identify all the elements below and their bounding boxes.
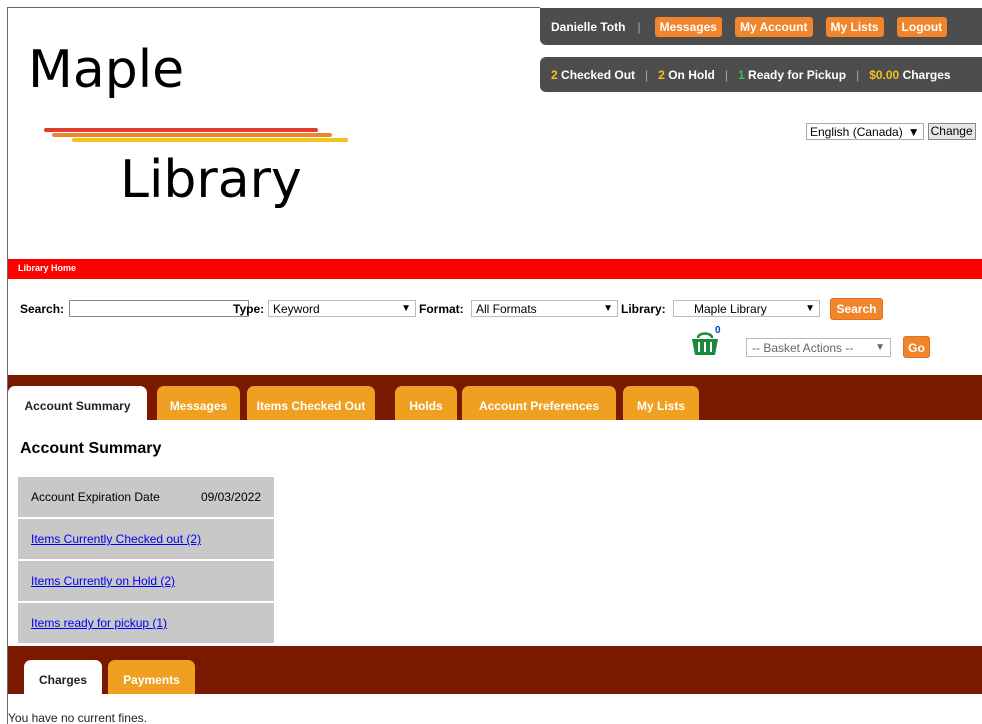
tab-payments[interactable]: Payments: [108, 660, 195, 694]
type-select[interactable]: Keyword ▼: [268, 300, 416, 317]
tab-messages[interactable]: Messages: [157, 386, 240, 420]
on-hold-row: Items Currently on Hold (2): [18, 561, 274, 601]
library-value: Maple Library: [694, 301, 767, 316]
page-frame-left: [7, 7, 8, 724]
format-value: All Formats: [476, 301, 537, 316]
dropdown-arrow-icon: ▼: [805, 303, 815, 314]
dropdown-arrow-icon: ▼: [603, 303, 613, 314]
logo-stripe-orange: [52, 133, 332, 137]
logo-stripe-yellow: [72, 138, 348, 142]
separator: |: [856, 67, 860, 82]
charges-tab-bar: Charges Payments: [8, 646, 982, 694]
page-title: Account Summary: [20, 440, 162, 457]
expiration-label: Account Expiration Date: [31, 490, 160, 504]
separator: |: [724, 67, 728, 82]
library-select[interactable]: Maple Library ▼: [673, 300, 820, 317]
checked-out-status[interactable]: 2 Checked Out: [551, 68, 635, 82]
library-home-link[interactable]: Library Home: [18, 263, 76, 273]
user-bar: Danielle Toth | Messages My Account My L…: [540, 8, 982, 45]
logo-word-library: Library: [120, 150, 302, 210]
library-logo[interactable]: Maple Library: [28, 40, 358, 230]
checked-out-row: Items Currently Checked out (2): [18, 519, 274, 559]
language-value: English (Canada): [810, 124, 903, 139]
ready-status[interactable]: 1 Ready for Pickup: [738, 68, 846, 82]
search-button[interactable]: Search: [830, 298, 883, 320]
type-label: Type:: [233, 302, 265, 316]
account-summary-table: Account Expiration Date 09/03/2022 Items…: [18, 477, 274, 645]
separator: |: [645, 67, 649, 82]
items-ready-link[interactable]: Items ready for pickup (1): [31, 616, 167, 630]
basket-actions-select[interactable]: -- Basket Actions -- ▼: [746, 338, 891, 357]
logout-button[interactable]: Logout: [896, 16, 948, 37]
account-tab-bar: Account Summary Messages Items Checked O…: [8, 375, 982, 420]
change-language-button[interactable]: Change: [927, 123, 976, 140]
library-label: Library:: [621, 302, 666, 316]
dropdown-arrow-icon: ▼: [401, 303, 411, 314]
basket-actions-value: -- Basket Actions --: [752, 340, 854, 355]
tab-holds[interactable]: Holds: [395, 386, 457, 420]
basket-count: 0: [715, 325, 721, 336]
type-value: Keyword: [273, 301, 320, 316]
items-checked-out-link[interactable]: Items Currently Checked out (2): [31, 532, 201, 546]
my-account-button[interactable]: My Account: [734, 16, 813, 37]
messages-button[interactable]: Messages: [654, 16, 722, 37]
format-select[interactable]: All Formats ▼: [471, 300, 618, 317]
my-lists-button[interactable]: My Lists: [825, 16, 884, 37]
charges-status[interactable]: $0.00 Charges: [869, 68, 950, 82]
user-name: Danielle Toth: [551, 19, 626, 34]
expiration-row: Account Expiration Date 09/03/2022: [18, 477, 274, 517]
separator: |: [637, 19, 641, 34]
language-select[interactable]: English (Canada) ▼: [806, 123, 924, 140]
dropdown-arrow-icon: ▼: [875, 342, 885, 353]
tab-items-checked-out[interactable]: Items Checked Out: [247, 386, 375, 420]
header-nav-bar: Library Home: [8, 259, 982, 279]
search-input[interactable]: [69, 300, 249, 317]
tab-account-preferences[interactable]: Account Preferences: [462, 386, 616, 420]
logo-stripe-red: [44, 128, 318, 132]
no-fines-message: You have no current fines.: [8, 711, 147, 724]
search-label: Search:: [20, 302, 65, 316]
on-hold-status[interactable]: 2 On Hold: [658, 68, 715, 82]
search-bar: Search: Type: Keyword ▼ Format: All Form…: [20, 298, 982, 320]
dropdown-arrow-icon: ▼: [907, 124, 920, 139]
page-frame-top: [7, 7, 540, 8]
ready-row: Items ready for pickup (1): [18, 603, 274, 643]
items-on-hold-link[interactable]: Items Currently on Hold (2): [31, 574, 175, 588]
basket-go-button[interactable]: Go: [903, 336, 930, 358]
language-selector: English (Canada) ▼ Change: [806, 123, 976, 140]
logo-word-maple: Maple: [28, 40, 185, 100]
tab-account-summary[interactable]: Account Summary: [8, 386, 147, 420]
account-status-bar: 2 Checked Out | 2 On Hold | 1 Ready for …: [540, 57, 982, 92]
format-label: Format:: [419, 302, 464, 316]
tab-my-lists[interactable]: My Lists: [623, 386, 699, 420]
tab-charges[interactable]: Charges: [24, 660, 102, 694]
expiration-value: 09/03/2022: [200, 490, 261, 504]
